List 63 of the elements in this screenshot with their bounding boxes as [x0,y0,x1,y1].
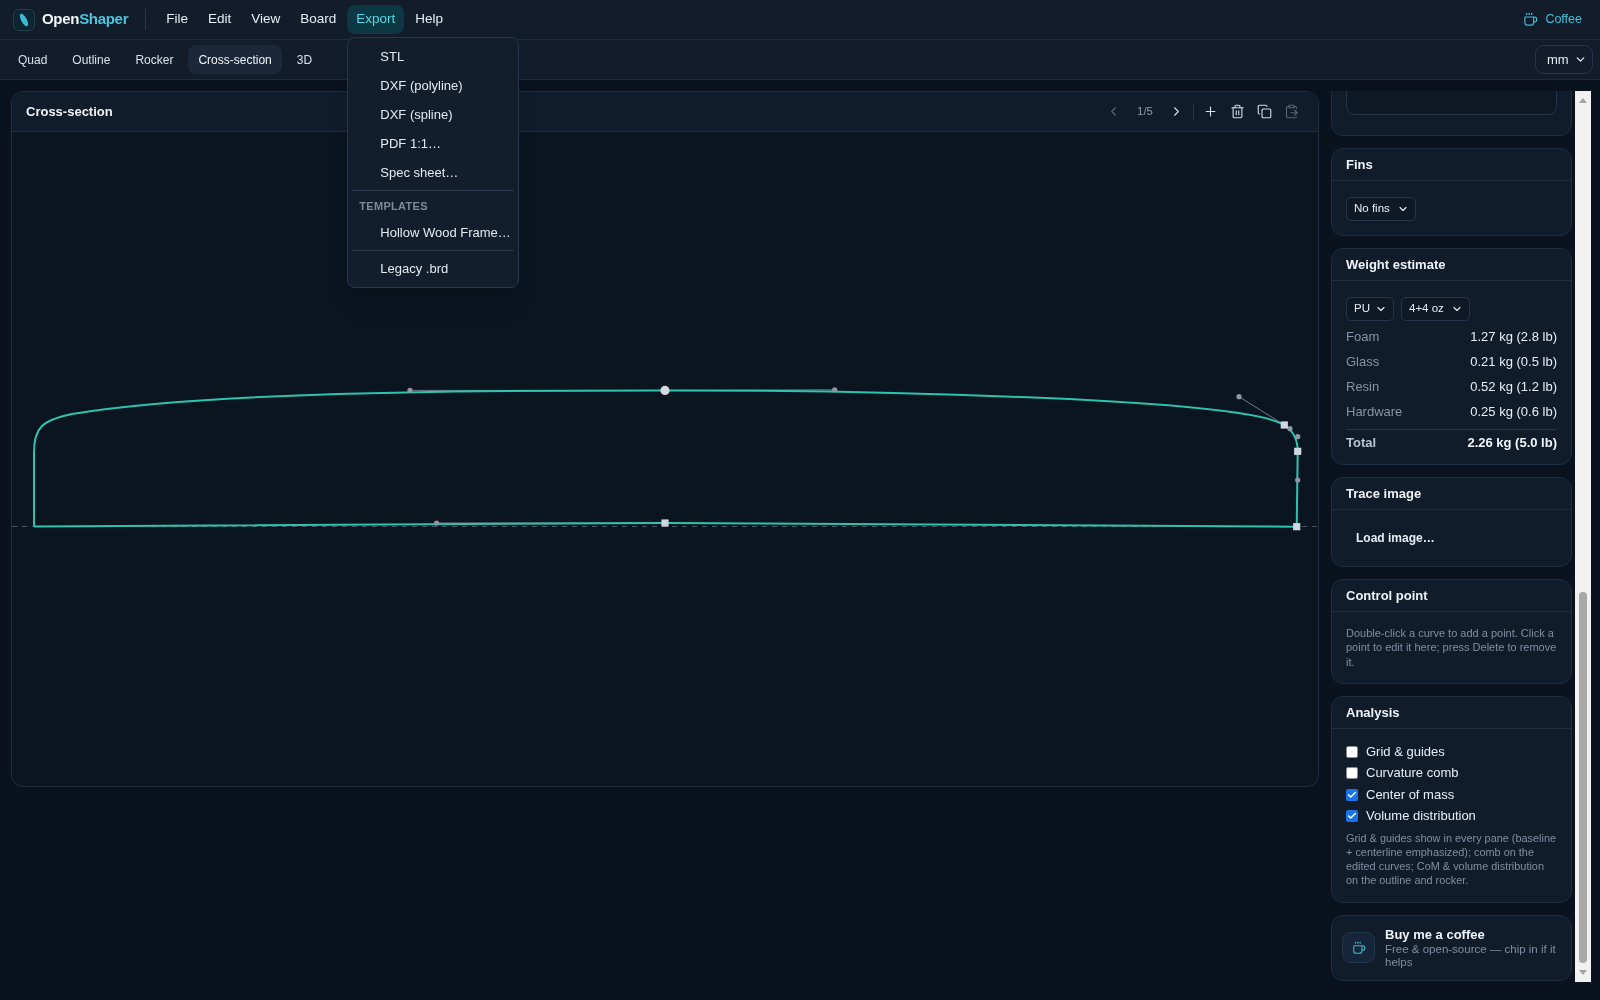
checkbox-label: Volume distribution [1366,807,1476,826]
weight-value: 0.52 kg (1.2 lb) [1470,377,1557,396]
fins-select[interactable]: No fins [1346,197,1416,221]
trash-icon [1230,104,1245,119]
card-title: Analysis [1346,703,1400,722]
menu-option[interactable]: DXF (polyline) [348,71,519,100]
load-image-button[interactable]: Load image… [1346,522,1445,554]
menu-item[interactable]: File [157,5,197,34]
view-tab[interactable]: Outline [62,45,121,74]
menu-section-heading: TEMPLATES [359,198,428,214]
support-title: Buy me a coffee [1385,925,1486,943]
card-title: Trace image [1346,484,1422,503]
help-text: Grid & guides show in every pane (baseline + centerline emphasized); comb on the edited curves; CoM & volume distribution on the outline and rocker. [1346,830,1557,887]
menu-option[interactable]: PDF 1:1… [348,129,519,158]
page-counter: 1/5 [1137,103,1153,119]
menu-item[interactable]: View [242,5,290,34]
menu-option[interactable]: Hollow Wood Frame… [348,218,519,247]
coffee-link[interactable]: Coffee [1523,10,1582,29]
app-name: OpenShaper [42,9,129,30]
panel-title: Cross-section [26,102,113,121]
coffee-cup-icon [1342,932,1375,964]
menu-option[interactable]: DXF (spline) [348,100,519,129]
view-tab[interactable]: 3D [286,45,323,74]
checkbox-label: Center of mass [1366,785,1455,804]
menu-option[interactable]: Spec sheet… [348,158,519,187]
menu-item[interactable]: Edit [198,5,241,34]
total-value: 2.26 kg (5.0 lb) [1467,433,1557,452]
card-title: Weight estimate [1346,255,1446,274]
checkbox[interactable] [1346,810,1358,823]
weight-label: Glass [1346,352,1380,371]
checkbox[interactable] [1346,745,1358,758]
scrollbar[interactable] [1575,91,1591,982]
weight-label: Hardware [1346,402,1403,421]
card-title: Fins [1346,155,1373,174]
coffee-cup-icon [1523,12,1539,27]
help-text: Double-click a curve to add a point. Click a point to edit it here; press Delete to remove it. [1346,626,1557,669]
checkbox-label: Curvature comb [1366,764,1459,783]
copy-icon [1257,104,1272,119]
dropdown-select[interactable]: 4+4 oz [1401,297,1470,321]
card-title: Control point [1346,586,1428,605]
checkbox-label: Grid & guides [1366,742,1445,761]
view-tab[interactable]: Rocker [125,45,184,74]
unit-select[interactable]: mm [1535,45,1593,74]
view-tab[interactable]: Quad [8,45,58,74]
weight-value: 0.25 kg (0.6 lb) [1470,402,1557,421]
weight-label: Resin [1346,377,1380,396]
menu-item[interactable]: Export [347,5,405,34]
menu-option[interactable]: STL [348,42,519,71]
view-tab[interactable]: Cross-section [188,45,282,74]
menu-item[interactable]: Help [406,5,453,34]
weight-label: Foam [1346,327,1380,346]
weight-value: 1.27 kg (2.8 lb) [1470,327,1557,346]
plus-icon [1203,104,1218,119]
checkbox[interactable] [1346,767,1358,780]
total-label: Total [1346,433,1377,452]
surfboard-logo-icon [13,8,35,31]
clipboard-arrow-icon [1284,104,1299,119]
support-text: Free & open-source — chip in if it helps [1385,942,1557,970]
checkbox[interactable] [1346,788,1358,801]
weight-value: 0.21 kg (0.5 lb) [1470,352,1557,371]
dropdown-select[interactable]: PU [1346,297,1394,321]
menu-option[interactable]: Legacy .brd [348,254,519,283]
menu-item[interactable]: Board [291,5,346,34]
